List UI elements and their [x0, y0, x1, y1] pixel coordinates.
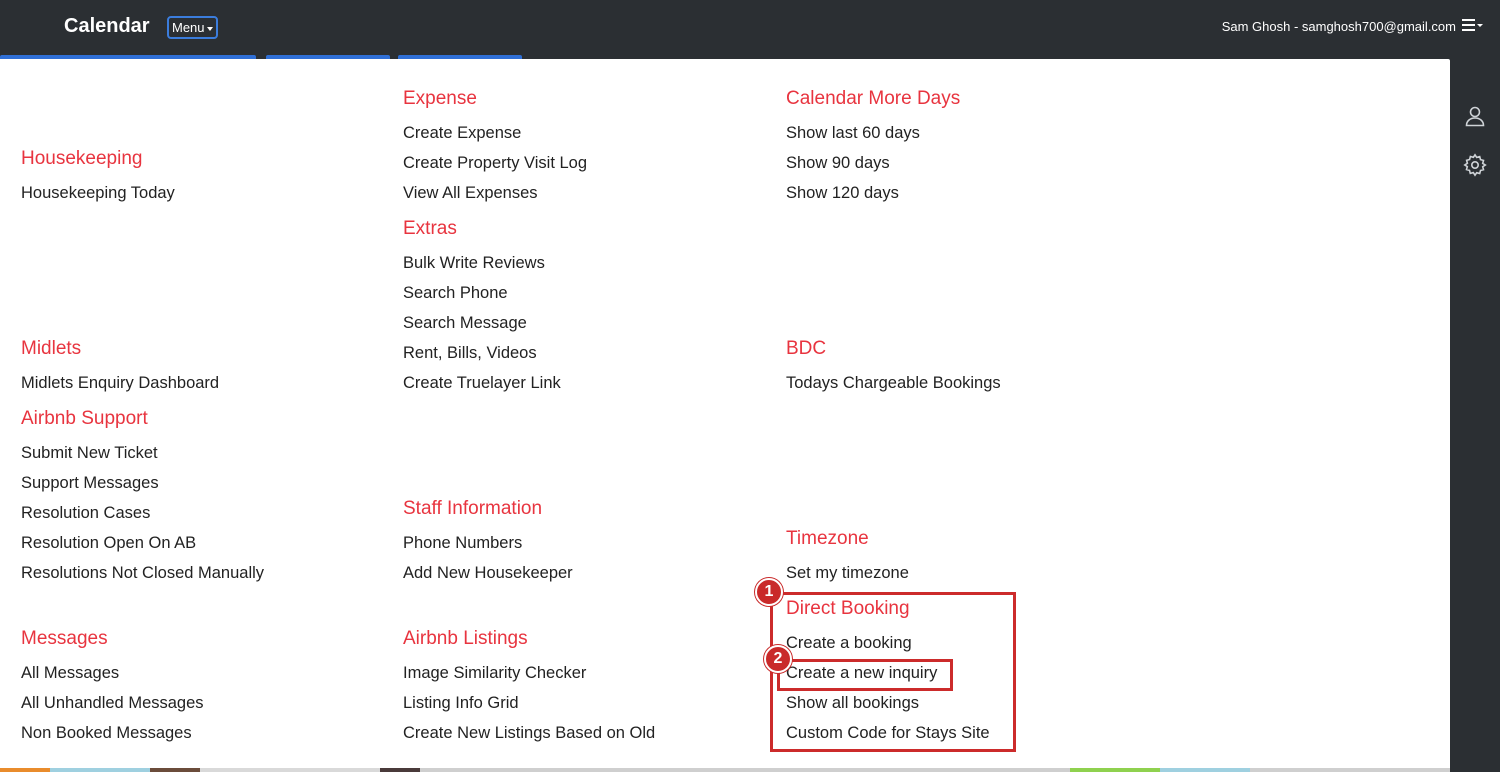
top-navbar: Calendar Menu Sam Ghosh - samghosh700@gm… [0, 0, 1500, 56]
menu-link-search-phone[interactable]: Search Phone [403, 284, 508, 303]
menu-link-show-90-days[interactable]: Show 90 days [786, 154, 890, 173]
section-title-bdc: BDC [786, 338, 827, 359]
menu-link-view-all-expenses[interactable]: View All Expenses [403, 184, 538, 203]
menu-link-add-new-housekeeper[interactable]: Add New Housekeeper [403, 564, 573, 583]
section-title-calendar-more-days: Calendar More Days [786, 88, 961, 109]
section-title-messages: Messages [21, 628, 108, 649]
menu-link-rent-bills-videos[interactable]: Rent, Bills, Videos [403, 344, 537, 363]
menu-link-listing-info-grid[interactable]: Listing Info Grid [403, 694, 519, 713]
highlight-box-new-inquiry [777, 659, 953, 691]
menu-link-bulk-write-reviews[interactable]: Bulk Write Reviews [403, 254, 545, 273]
menu-link-midlets-enquiry-dashboard[interactable]: Midlets Enquiry Dashboard [21, 374, 219, 393]
menu-link-show-120-days[interactable]: Show 120 days [786, 184, 899, 203]
menu-link-create-expense[interactable]: Create Expense [403, 124, 521, 143]
section-title-midlets: Midlets [21, 338, 82, 359]
menu-link-create-new-listings[interactable]: Create New Listings Based on Old [403, 724, 655, 743]
app-brand[interactable]: Calendar [64, 15, 150, 38]
gear-icon[interactable] [1463, 153, 1487, 177]
annotation-badge-2: 2 [764, 645, 792, 673]
hamburger-menu-icon[interactable] [1462, 18, 1484, 36]
menu-link-todays-chargeable-bookings[interactable]: Todays Chargeable Bookings [786, 374, 1001, 393]
user-icon[interactable] [1463, 104, 1487, 128]
section-title-airbnb-listings: Airbnb Listings [403, 628, 528, 649]
menu-link-phone-numbers[interactable]: Phone Numbers [403, 534, 522, 553]
mega-menu-panel: Housekeeping Housekeeping Today Midlets … [0, 59, 1450, 770]
menu-link-all-messages[interactable]: All Messages [21, 664, 119, 683]
menu-link-set-my-timezone[interactable]: Set my timezone [786, 564, 909, 583]
menu-link-non-booked-messages[interactable]: Non Booked Messages [21, 724, 192, 743]
menu-link-resolution-open-on-ab[interactable]: Resolution Open On AB [21, 534, 196, 553]
caret-down-icon [206, 26, 213, 31]
menu-link-all-unhandled-messages[interactable]: All Unhandled Messages [21, 694, 204, 713]
menu-link-image-similarity-checker[interactable]: Image Similarity Checker [403, 664, 586, 683]
right-sidebar [1450, 86, 1500, 772]
menu-link-create-property-visit-log[interactable]: Create Property Visit Log [403, 154, 587, 173]
annotation-badge-1: 1 [755, 578, 783, 606]
background-thumbnail-strip [0, 768, 1450, 772]
menu-link-support-messages[interactable]: Support Messages [21, 474, 159, 493]
section-title-expense: Expense [403, 88, 477, 109]
section-title-airbnb-support: Airbnb Support [21, 408, 148, 429]
menu-link-resolutions-not-closed[interactable]: Resolutions Not Closed Manually [21, 564, 264, 583]
section-title-housekeeping: Housekeeping [21, 148, 143, 169]
menu-button-label: Menu [172, 20, 205, 35]
menu-link-show-last-60-days[interactable]: Show last 60 days [786, 124, 920, 143]
menu-link-search-message[interactable]: Search Message [403, 314, 527, 333]
menu-link-housekeeping-today[interactable]: Housekeeping Today [21, 184, 175, 203]
menu-link-resolution-cases[interactable]: Resolution Cases [21, 504, 150, 523]
section-title-extras: Extras [403, 218, 457, 239]
menu-link-submit-new-ticket[interactable]: Submit New Ticket [21, 444, 158, 463]
menu-link-create-truelayer-link[interactable]: Create Truelayer Link [403, 374, 561, 393]
menu-dropdown-button[interactable]: Menu [167, 16, 218, 39]
section-title-staff-information: Staff Information [403, 498, 543, 519]
section-title-timezone: Timezone [786, 528, 869, 549]
user-account-label[interactable]: Sam Ghosh - samghosh700@gmail.com [1222, 19, 1456, 34]
